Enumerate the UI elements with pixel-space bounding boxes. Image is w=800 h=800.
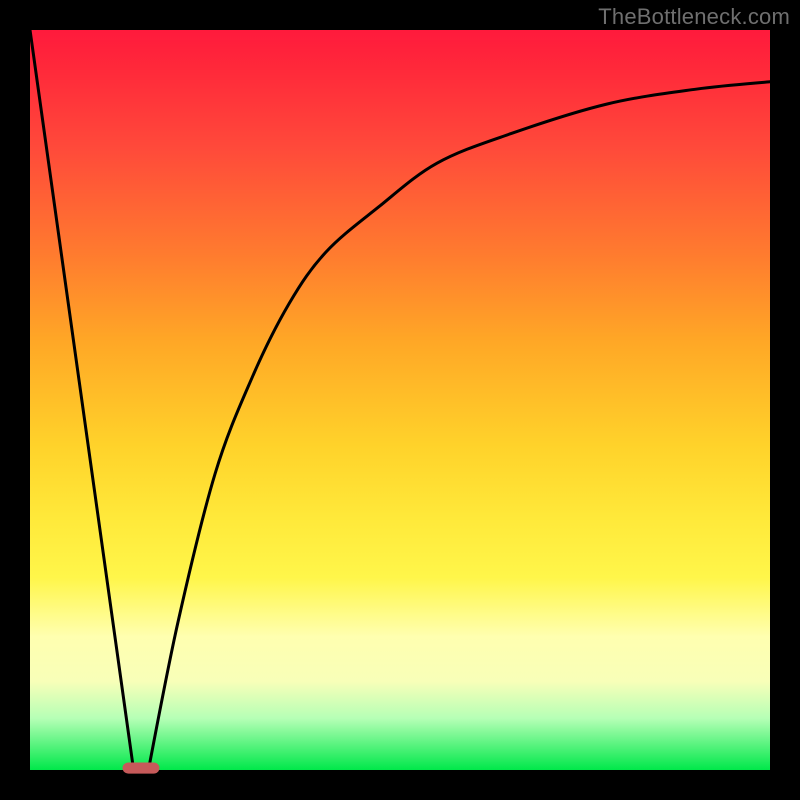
watermark-text: TheBottleneck.com	[598, 4, 790, 30]
curve-right	[148, 82, 770, 770]
curve-left	[30, 30, 134, 770]
bottleneck-marker	[123, 763, 160, 774]
chart-svg	[30, 30, 770, 770]
plot-area	[30, 30, 770, 770]
chart-frame: TheBottleneck.com	[0, 0, 800, 800]
